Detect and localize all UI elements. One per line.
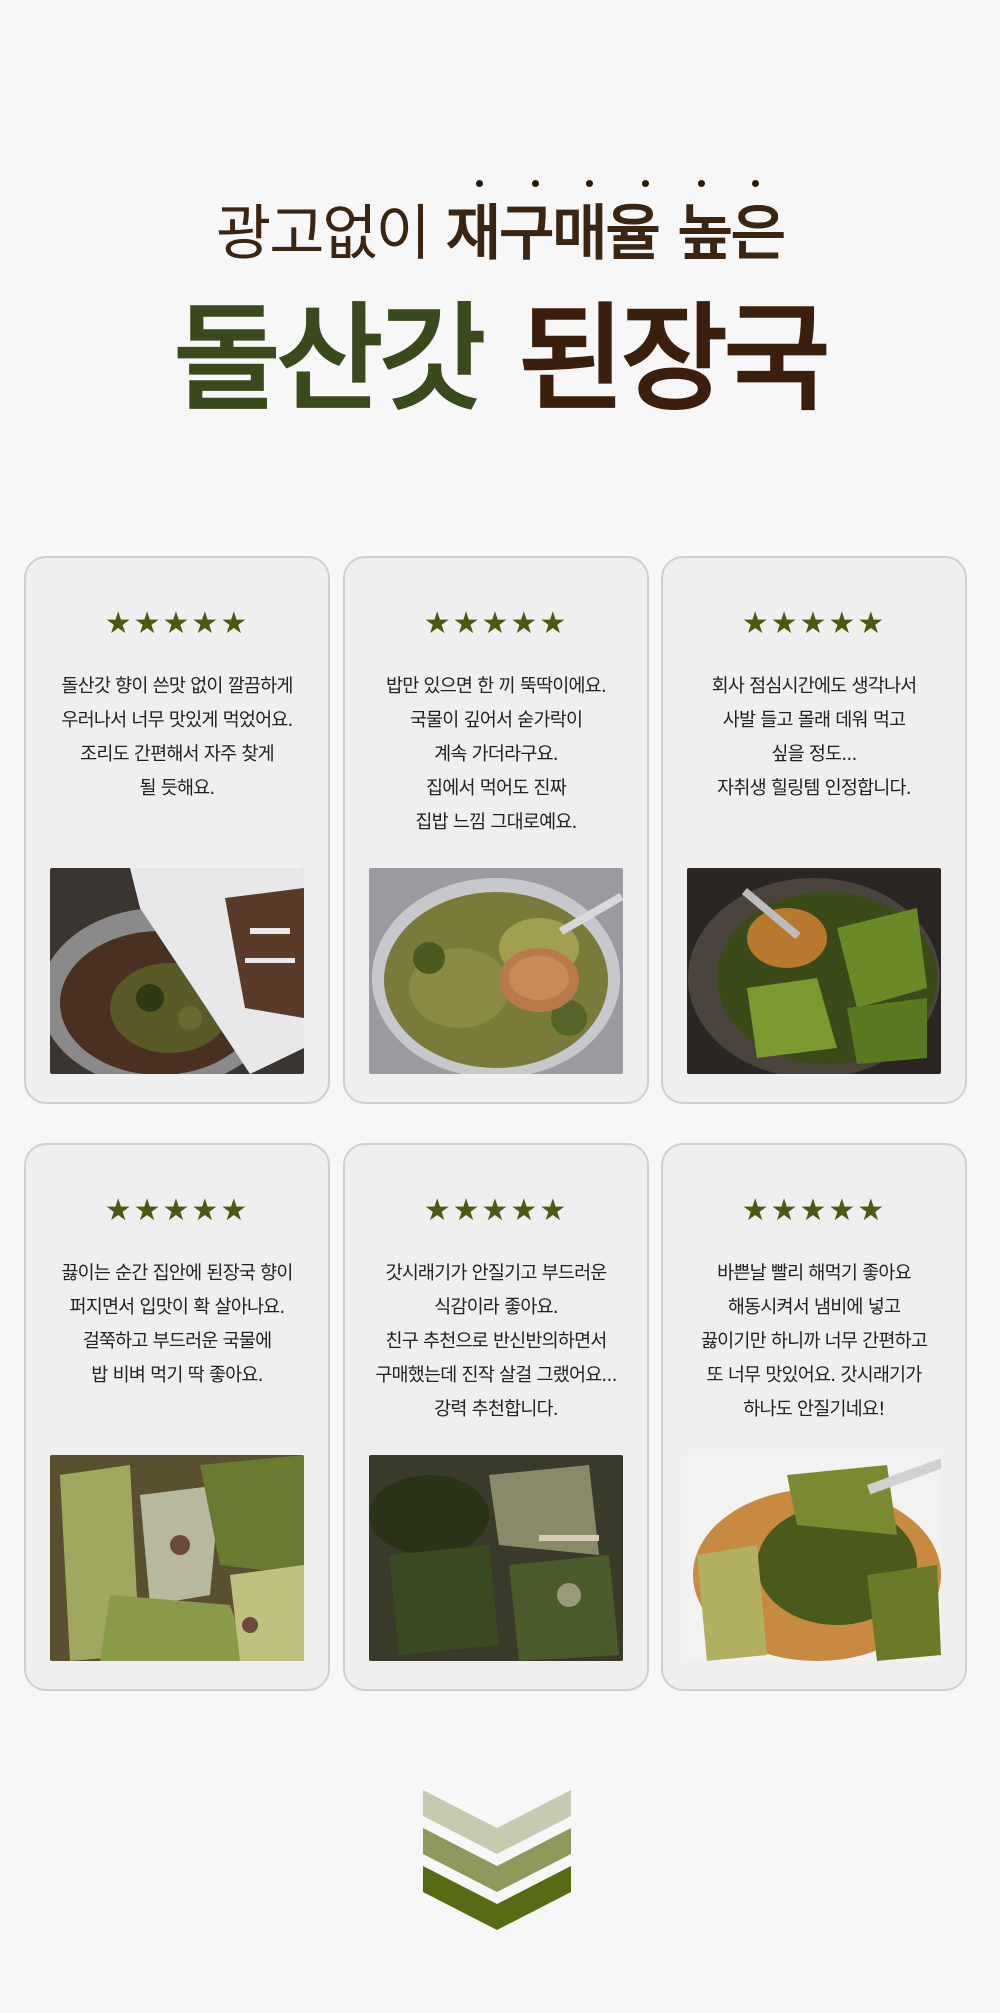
rating-stars: ★★★★★	[741, 1193, 887, 1228]
review-line: 자취생 힐링템 인정합니다.	[717, 778, 911, 799]
rating-stars: ★★★★★	[741, 606, 887, 641]
review-line: 우러나서 너무 맛있게 먹었어요.	[61, 710, 293, 731]
page-title: 돌산갓 된장국	[0, 292, 1000, 428]
review-line: 끓이기만 하니까 너무 간편하고	[700, 1331, 928, 1352]
review-card: ★★★★★ 바쁜날 빨리 해먹기 좋아요 해동시켜서 냄비에 넣고 끓이기만 하…	[661, 1143, 967, 1691]
rating-stars: ★★★★★	[423, 1193, 569, 1228]
review-line: 될 듯해요.	[139, 778, 215, 799]
review-text: 끓이는 순간 집안에 된장국 향이 퍼지면서 입맛이 확 살아나요. 걸쭉하고 …	[40, 1257, 314, 1393]
review-card: ★★★★★ 돌산갓 향이 쓴맛 없이 깔끔하게 우러나서 너무 맛있게 먹었어요…	[24, 556, 330, 1104]
review-text: 밥만 있으면 한 끼 뚝딱이에요. 국물이 깊어서 숟가락이 계속 가더라구요.…	[359, 670, 633, 840]
emphasis-dots	[446, 180, 784, 190]
review-line: 또 너무 맛있어요. 갓시래기가	[706, 1365, 923, 1386]
review-line: 사발 들고 몰래 데워 먹고	[722, 710, 906, 731]
page-subtitle: 광고없이 재구매율 높은	[0, 180, 1000, 272]
review-line: 식감이라 좋아요.	[434, 1297, 559, 1318]
review-line: 갓시래기가 안질기고 부드러운	[385, 1263, 607, 1284]
review-line: 싶을 정도...	[771, 744, 857, 765]
review-line: 회사 점심시간에도 생각나서	[711, 676, 918, 697]
review-line: 계속 가더라구요.	[434, 744, 559, 765]
review-line: 밥만 있으면 한 끼 뚝딱이에요.	[385, 676, 607, 697]
review-card: ★★★★★ 갓시래기가 안질기고 부드러운 식감이라 좋아요. 친구 추천으로 …	[343, 1143, 649, 1691]
greens-closeup-photo	[50, 1455, 304, 1661]
review-text: 갓시래기가 안질기고 부드러운 식감이라 좋아요. 친구 추천으로 반신반의하면…	[359, 1257, 633, 1427]
title-brown: 된장국	[518, 292, 830, 427]
dark-greens-photo	[369, 1455, 623, 1661]
header: 광고없이 재구매율 높은 돌산갓 된장국	[0, 0, 1000, 520]
ladle-greens-photo	[687, 868, 941, 1074]
review-line: 집에서 먹어도 진짜	[426, 778, 567, 799]
review-line: 국물이 깊어서 숟가락이	[409, 710, 583, 731]
review-line: 퍼지면서 입맛이 확 살아나요.	[69, 1297, 286, 1318]
review-text: 돌산갓 향이 쓴맛 없이 깔끔하게 우러나서 너무 맛있게 먹었어요. 조리도 …	[40, 670, 314, 806]
review-line: 집밥 느낌 그대로예요.	[415, 812, 577, 833]
review-text: 바쁜날 빨리 해먹기 좋아요 해동시켜서 냄비에 넣고 끓이기만 하니까 너무 …	[677, 1257, 951, 1427]
spoon-greens-photo	[687, 1455, 941, 1661]
review-line: 돌산갓 향이 쓴맛 없이 깔끔하게	[61, 676, 293, 697]
ladle-soup-photo	[369, 868, 623, 1074]
review-line: 해동시켜서 냄비에 넣고	[727, 1297, 901, 1318]
review-text: 회사 점심시간에도 생각나서 사발 들고 몰래 데워 먹고 싶을 정도... 자…	[677, 670, 951, 806]
review-card: ★★★★★ 회사 점심시간에도 생각나서 사발 들고 몰래 데워 먹고 싶을 정…	[661, 556, 967, 1104]
review-line: 친구 추천으로 반신반의하면서	[385, 1331, 607, 1352]
title-green: 돌산갓	[173, 292, 486, 427]
subtitle-emphasis: 재구매율 높은	[445, 180, 786, 272]
review-line: 조리도 간편해서 자주 찾게	[80, 744, 274, 765]
rating-stars: ★★★★★	[423, 606, 569, 641]
review-line: 바쁜날 빨리 해먹기 좋아요	[717, 1263, 911, 1284]
review-line: 밥 비벼 먹기 딱 좋아요.	[91, 1365, 263, 1386]
review-card: ★★★★★ 밥만 있으면 한 끼 뚝딱이에요. 국물이 깊어서 숟가락이 계속 …	[343, 556, 649, 1104]
soup-pouring-photo	[50, 868, 304, 1074]
review-line: 하나도 안질기네요!	[743, 1399, 885, 1420]
subtitle-bold: 재구매율 높은	[445, 199, 786, 269]
review-line: 강력 추천합니다.	[434, 1399, 559, 1420]
review-card: ★★★★★ 끓이는 순간 집안에 된장국 향이 퍼지면서 입맛이 확 살아나요.…	[24, 1143, 330, 1691]
review-line: 구매했는데 진작 살걸 그랬어요...	[375, 1365, 617, 1386]
review-line: 걸쭉하고 부드러운 국물에	[82, 1331, 272, 1352]
rating-stars: ★★★★★	[104, 606, 250, 641]
rating-stars: ★★★★★	[104, 1193, 250, 1228]
subtitle-light: 광고없이	[216, 199, 431, 269]
review-line: 끓이는 순간 집안에 된장국 향이	[61, 1263, 293, 1284]
chevrons-down-icon	[423, 1790, 571, 1930]
